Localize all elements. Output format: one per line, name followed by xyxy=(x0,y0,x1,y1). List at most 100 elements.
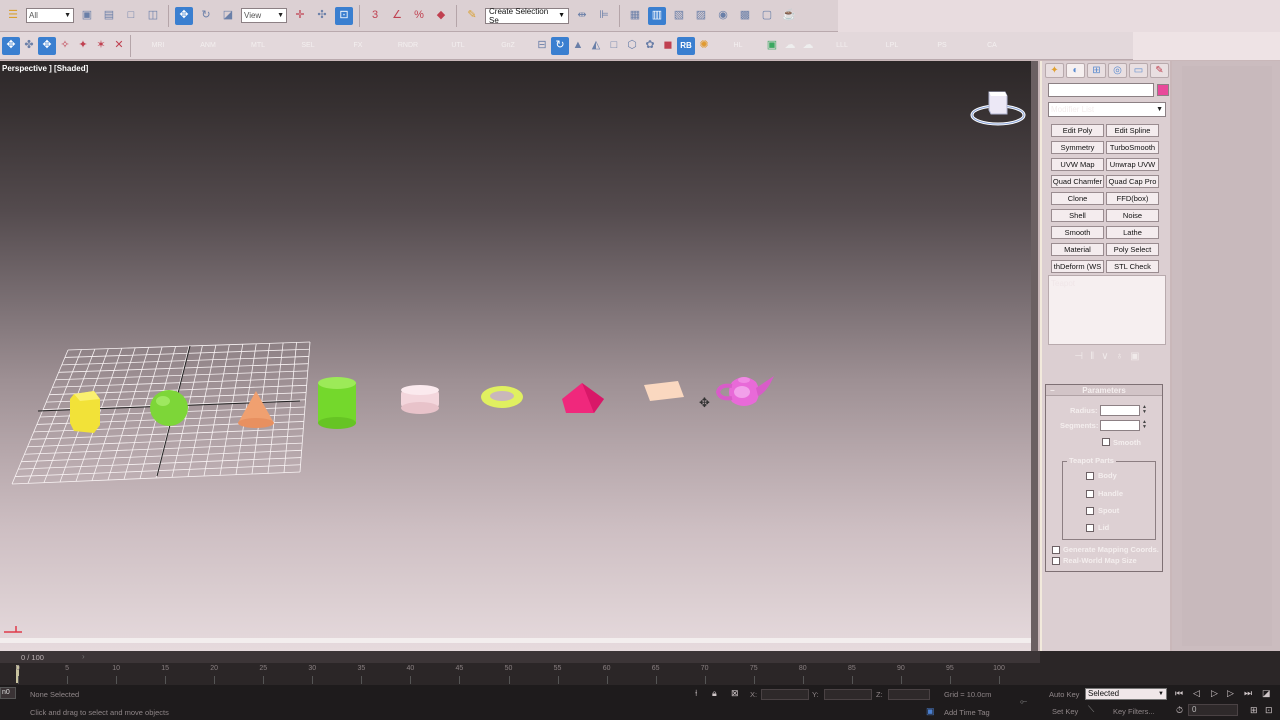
scale-icon[interactable]: ◪ xyxy=(219,7,237,25)
smooth-checkbox[interactable] xyxy=(1102,438,1110,446)
pyramid-object[interactable] xyxy=(560,381,606,415)
modifier-button[interactable]: Quad Cap Pro xyxy=(1106,175,1159,188)
box-object[interactable] xyxy=(68,389,102,435)
shelf-tool-1-icon[interactable]: ✥ xyxy=(2,36,20,55)
real-world-checkbox[interactable] xyxy=(1052,557,1060,565)
shelf-label-mtl[interactable]: MTL xyxy=(233,42,283,49)
modifier-button[interactable]: Edit Spline xyxy=(1106,124,1159,137)
shelf-cloud-1-icon[interactable]: ☁ xyxy=(781,37,799,55)
previous-frame-icon[interactable]: ◁ xyxy=(1193,688,1200,699)
shelf-label-fx[interactable]: FX xyxy=(333,42,383,49)
modifier-button[interactable]: Symmetry xyxy=(1051,141,1104,154)
auto-key-button[interactable]: Auto Key xyxy=(1049,690,1079,699)
utilities-tab-icon[interactable]: ✎ xyxy=(1150,63,1169,78)
current-frame-field[interactable]: 0 xyxy=(1188,704,1238,716)
command-panel-scroll-track[interactable] xyxy=(1182,66,1272,646)
add-time-tag[interactable]: Add Time Tag xyxy=(944,708,990,717)
render-icon[interactable]: ☕ xyxy=(780,7,798,25)
rendered-frame-icon[interactable]: ▢ xyxy=(758,7,776,25)
create-tab-icon[interactable]: ✦ xyxy=(1045,63,1064,78)
lock-selection-icon[interactable]: 🔒︎ xyxy=(712,688,717,699)
shelf-sun-icon[interactable]: ✺ xyxy=(695,37,713,55)
remove-modifier-icon[interactable]: ♁ xyxy=(1116,351,1124,362)
x-coordinate-field[interactable] xyxy=(761,689,809,700)
radius-spinner[interactable] xyxy=(1100,405,1140,416)
set-key-icon[interactable]: ⟍ xyxy=(1088,704,1094,715)
shelf-label-ps[interactable]: PS xyxy=(917,42,967,49)
handle-checkbox[interactable] xyxy=(1086,490,1094,498)
shelf-label-utl[interactable]: UTL xyxy=(433,42,483,49)
named-selection-sets[interactable]: Create Selection Se ▼ xyxy=(485,7,569,25)
shelf-tool-5-icon[interactable]: ✦ xyxy=(74,37,92,55)
lid-checkbox[interactable] xyxy=(1086,524,1094,532)
object-name-field[interactable] xyxy=(1048,83,1154,97)
viewcube-icon[interactable] xyxy=(968,86,1028,128)
modifier-button[interactable]: Quad Chamfer xyxy=(1051,175,1104,188)
modifier-list-dropdown[interactable]: Modifier List ▼ xyxy=(1048,102,1166,117)
modifier-button[interactable]: Clone xyxy=(1051,192,1104,205)
shelf-label-mri[interactable]: MRI xyxy=(133,42,183,49)
hierarchy-tab-icon[interactable]: ⊞ xyxy=(1087,63,1106,78)
time-slider-arrow-icon[interactable]: › xyxy=(82,652,85,661)
pivot-icon[interactable]: ✛ xyxy=(291,7,309,25)
segments-spinner[interactable] xyxy=(1100,420,1140,431)
viewport-label[interactable]: Perspective ] [Shaded] xyxy=(2,64,88,73)
reference-coord-selector[interactable]: View ▼ xyxy=(241,8,287,23)
perspective-viewport[interactable]: Perspective ] [Shaded] ✥ xyxy=(0,61,1038,651)
motion-tab-icon[interactable]: ◎ xyxy=(1108,63,1127,78)
shelf-label-rndr[interactable]: RNDR xyxy=(383,42,433,49)
rect-region-icon[interactable]: □ xyxy=(122,7,140,25)
key-filters-button[interactable]: Key Filters... xyxy=(1113,707,1155,716)
shelf-label-lll[interactable]: LLL xyxy=(817,42,867,49)
edit-named-sets-icon[interactable]: ✎ xyxy=(463,7,481,25)
align-icon[interactable]: ⊫ xyxy=(595,7,613,25)
rotate-icon[interactable]: ↻ xyxy=(197,7,215,25)
maxscript-listener[interactable]: n0 xyxy=(0,687,16,699)
pin-stack-icon[interactable]: ⊣ xyxy=(1074,351,1083,362)
shelf-label-lpl[interactable]: LPL xyxy=(867,42,917,49)
generate-mapping-checkbox[interactable] xyxy=(1052,546,1060,554)
teapot-object[interactable] xyxy=(712,370,778,414)
z-coordinate-field[interactable] xyxy=(888,689,930,700)
menu-icon[interactable]: ☰ xyxy=(4,7,22,25)
scene-explorer-icon[interactable]: ▦ xyxy=(626,7,644,25)
next-frame-icon[interactable]: ▷ xyxy=(1227,688,1234,699)
scene-selector[interactable]: All ▼ xyxy=(26,8,74,23)
modifier-button[interactable]: UVW Map xyxy=(1051,158,1104,171)
go-to-end-icon[interactable]: ⏭ xyxy=(1244,688,1252,699)
object-color-swatch[interactable] xyxy=(1157,84,1169,96)
shelf-flower-icon[interactable]: ✿ xyxy=(641,37,659,55)
shelf-label-hl[interactable]: HL xyxy=(713,42,763,49)
absolute-mode-icon[interactable]: ⊠ xyxy=(731,688,739,699)
body-checkbox[interactable] xyxy=(1086,472,1094,480)
stack-item-teapot[interactable]: Teapot xyxy=(1051,279,1075,288)
key-mode-dropdown[interactable]: Selected ▼ xyxy=(1085,688,1167,700)
segments-spinner-arrows-icon[interactable]: ▲ ▼ xyxy=(1141,420,1148,431)
display-tab-icon[interactable]: ▭ xyxy=(1129,63,1148,78)
shelf-tool-6-icon[interactable]: ✶ xyxy=(92,37,110,55)
torus-object[interactable] xyxy=(478,383,526,411)
shelf-camera-icon[interactable]: ⊟ xyxy=(533,37,551,55)
shelf-box-icon[interactable]: □ xyxy=(605,37,623,55)
select-by-name-icon[interactable]: ▤ xyxy=(100,7,118,25)
modifier-button[interactable]: thDeform (WS xyxy=(1051,260,1104,273)
sphere-object[interactable] xyxy=(148,388,190,428)
shelf-tool-4-icon[interactable]: ✧ xyxy=(56,37,74,55)
set-key-button[interactable]: Set Key xyxy=(1052,707,1078,716)
keyboard-shortcut-icon[interactable]: ⊡ xyxy=(335,6,353,25)
modifier-button[interactable]: STL Check xyxy=(1106,260,1159,273)
y-coordinate-field[interactable] xyxy=(824,689,872,700)
shelf-cloud-2-icon[interactable]: ☁ xyxy=(799,37,817,55)
isolate-icon[interactable]: ⍿ xyxy=(695,688,697,699)
parameters-rollout-title[interactable]: − Parameters xyxy=(1046,385,1162,396)
shelf-brush-icon[interactable]: ◭ xyxy=(587,37,605,55)
modifier-button[interactable]: Unwrap UVW xyxy=(1106,158,1159,171)
material-editor-icon[interactable]: ◉ xyxy=(714,7,732,25)
graph-editor-icon[interactable]: ▧ xyxy=(670,7,688,25)
move-icon[interactable]: ✥ xyxy=(175,6,193,25)
shelf-tool-2-icon[interactable]: ✤ xyxy=(20,37,38,55)
spinner-snap-icon[interactable]: ◆ xyxy=(432,7,450,25)
make-unique-icon[interactable]: ∨ xyxy=(1101,351,1108,362)
modifier-button[interactable]: TurboSmooth xyxy=(1106,141,1159,154)
time-tag-icon[interactable]: ▣ xyxy=(926,706,935,717)
